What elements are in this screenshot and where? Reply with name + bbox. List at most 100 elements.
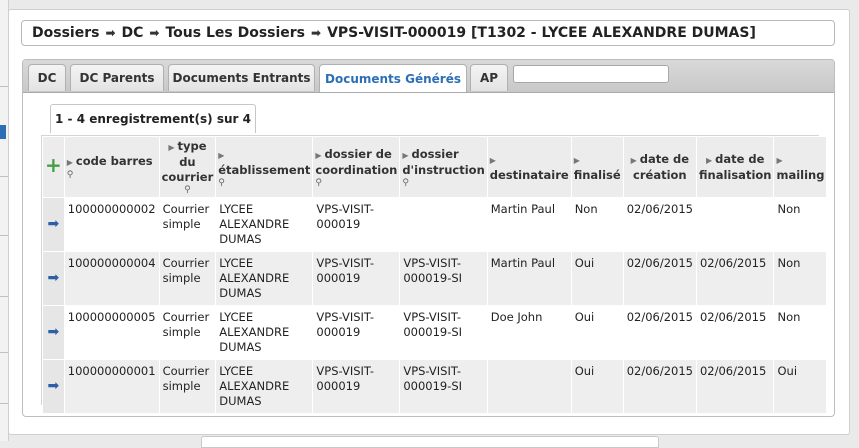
cell-finalise: Non xyxy=(570,197,624,252)
cell-destinataire xyxy=(486,359,572,414)
documents-table-container: + ▶ code barres ⚲ ▶ type du courrier ⚲ ▶ é… xyxy=(41,135,828,414)
header-date-creation[interactable]: ▶ date de création xyxy=(622,136,697,198)
table-row[interactable]: ➡ 100000000004 Courrier simple LYCEE ALE… xyxy=(42,251,828,306)
cell-mailing: Non xyxy=(773,251,828,306)
cell-etablissement: LYCEE ALEXANDRE DUMAS xyxy=(215,305,314,360)
row-action[interactable]: ➡ xyxy=(42,359,65,414)
cell-date-creation: 02/06/2015 xyxy=(622,305,697,360)
tab-bar: DC DC Parents Documents Entrants Documen… xyxy=(23,60,834,93)
row-action[interactable]: ➡ xyxy=(42,197,65,252)
cell-destinataire: Martin Paul xyxy=(486,197,572,252)
breadcrumb-item[interactable]: Dossiers xyxy=(32,25,99,41)
sidebar-divider xyxy=(0,235,8,236)
cell-destinataire: Doe John xyxy=(486,305,572,360)
cell-mailing: Non xyxy=(773,197,828,252)
breadcrumb-current: VPS-VISIT-000019 [T1302 - LYCEE ALEXANDR… xyxy=(327,25,756,41)
sort-icon: ▶ xyxy=(402,150,409,160)
plus-icon[interactable]: + xyxy=(45,153,62,177)
cell-code-barres: 100000000002 xyxy=(63,197,160,252)
table-row[interactable]: ➡ 100000000001 Courrier simple LYCEE ALE… xyxy=(42,359,828,414)
header-etablissement[interactable]: ▶ établissement ⚲ xyxy=(215,136,314,198)
record-count: 1 - 4 enregistrement(s) sur 4 xyxy=(50,104,256,133)
sort-icon: ▶ xyxy=(776,155,783,165)
tab-documents-generes[interactable]: Documents Générés xyxy=(319,64,467,92)
breadcrumb-item[interactable]: DC xyxy=(122,25,144,41)
cell-date-creation: 02/06/2015 xyxy=(622,197,697,252)
cell-type-courrier: Courrier simple xyxy=(158,305,217,360)
sort-icon: ▶ xyxy=(168,143,175,152)
sidebar-active-marker xyxy=(0,125,6,139)
arrow-right-icon: ➡ xyxy=(311,26,322,40)
cell-type-courrier: Courrier simple xyxy=(158,359,217,414)
row-action[interactable]: ➡ xyxy=(42,251,65,306)
sidebar-divider xyxy=(0,352,8,353)
sidebar-divider xyxy=(0,86,8,87)
cell-dossier-instruction: VPS-VISIT-000019-SI xyxy=(399,359,488,414)
documents-table: + ▶ code barres ⚲ ▶ type du courrier ⚲ ▶ é… xyxy=(42,136,828,414)
cell-dossier-coordination: VPS-VISIT-000019 xyxy=(312,305,401,360)
cell-finalise: Oui xyxy=(570,305,624,360)
cell-destinataire: Martin Paul xyxy=(486,251,572,306)
tab-search-input[interactable] xyxy=(513,65,669,83)
header-dossier-instruction[interactable]: ▶ dossier d'instruction ⚲ xyxy=(399,136,488,198)
search-icon[interactable]: ⚲ xyxy=(67,170,157,180)
cell-etablissement: LYCEE ALEXANDRE DUMAS xyxy=(215,359,314,414)
table-row[interactable]: ➡ 100000000005 Courrier simple LYCEE ALE… xyxy=(42,305,828,360)
cell-mailing: Oui xyxy=(773,359,828,414)
cell-date-creation: 02/06/2015 xyxy=(622,251,697,306)
cell-finalise: Oui xyxy=(570,359,624,414)
sort-icon: ▶ xyxy=(218,150,225,160)
cell-date-finalisation: 02/06/2015 xyxy=(695,305,775,360)
cell-dossier-instruction: VPS-VISIT-000019-SI xyxy=(399,251,488,306)
header-dossier-coordination[interactable]: ▶ dossier de coordination ⚲ xyxy=(312,136,401,198)
search-icon[interactable]: ⚲ xyxy=(315,178,397,188)
header-code-barres[interactable]: ▶ code barres ⚲ xyxy=(63,136,160,198)
cell-dossier-coordination: VPS-VISIT-000019 xyxy=(312,251,401,306)
arrow-right-icon[interactable]: ➡ xyxy=(48,324,60,340)
header-mailing[interactable]: ▶ mailing xyxy=(773,136,828,198)
breadcrumb-item[interactable]: Tous Les Dossiers xyxy=(165,25,305,41)
cell-dossier-coordination: VPS-VISIT-000019 xyxy=(312,359,401,414)
header-finalise[interactable]: ▶ finalisé xyxy=(570,136,624,198)
cell-code-barres: 100000000001 xyxy=(63,359,160,414)
sort-icon: ▶ xyxy=(489,155,496,165)
cell-date-finalisation xyxy=(695,197,775,252)
row-action[interactable]: ➡ xyxy=(42,305,65,360)
search-icon[interactable]: ⚲ xyxy=(218,178,310,188)
sort-icon: ▶ xyxy=(315,150,322,160)
cell-code-barres: 100000000005 xyxy=(63,305,160,360)
cell-mailing: Non xyxy=(773,305,828,360)
cell-dossier-instruction: VPS-VISIT-000019-SI xyxy=(399,305,488,360)
arrow-right-icon: ➡ xyxy=(105,26,116,40)
header-date-finalisation[interactable]: ▶ date de finalisation xyxy=(695,136,775,198)
search-icon[interactable]: ⚲ xyxy=(402,178,484,188)
cell-etablissement: LYCEE ALEXANDRE DUMAS xyxy=(215,197,314,252)
cell-dossier-instruction xyxy=(399,197,488,252)
add-column-header: + xyxy=(42,136,65,198)
header-destinataire[interactable]: ▶ destinataire xyxy=(486,136,572,198)
sidebar-divider xyxy=(0,296,8,297)
search-icon[interactable]: ⚲ xyxy=(162,185,214,195)
arrow-right-icon[interactable]: ➡ xyxy=(48,216,60,232)
arrow-right-icon[interactable]: ➡ xyxy=(48,378,60,394)
tab-dc-parents[interactable]: DC Parents xyxy=(70,64,164,91)
tab-ap[interactable]: AP xyxy=(470,64,508,91)
sidebar-divider xyxy=(0,176,8,177)
tab-dc[interactable]: DC xyxy=(28,64,66,91)
cell-type-courrier: Courrier simple xyxy=(158,197,217,252)
cell-dossier-coordination: VPS-VISIT-000019 xyxy=(312,197,401,252)
cell-type-courrier: Courrier simple xyxy=(158,251,217,306)
sort-icon: ▶ xyxy=(573,155,580,165)
header-type-courrier[interactable]: ▶ type du courrier ⚲ xyxy=(158,136,217,198)
bottom-panel-edge xyxy=(201,436,659,448)
cell-etablissement: LYCEE ALEXANDRE DUMAS xyxy=(215,251,314,306)
table-row[interactable]: ➡ 100000000002 Courrier simple LYCEE ALE… xyxy=(42,197,828,252)
breadcrumb: Dossiers ➡ DC ➡ Tous Les Dossiers ➡ VPS-… xyxy=(21,20,835,46)
cell-date-finalisation: 02/06/2015 xyxy=(695,251,775,306)
arrow-right-icon: ➡ xyxy=(149,26,160,40)
cell-code-barres: 100000000004 xyxy=(63,251,160,306)
tab-documents-entrants[interactable]: Documents Entrants xyxy=(168,64,315,91)
sidebar-divider xyxy=(0,403,8,404)
arrow-right-icon[interactable]: ➡ xyxy=(48,270,60,286)
sort-icon: ▶ xyxy=(630,155,637,165)
